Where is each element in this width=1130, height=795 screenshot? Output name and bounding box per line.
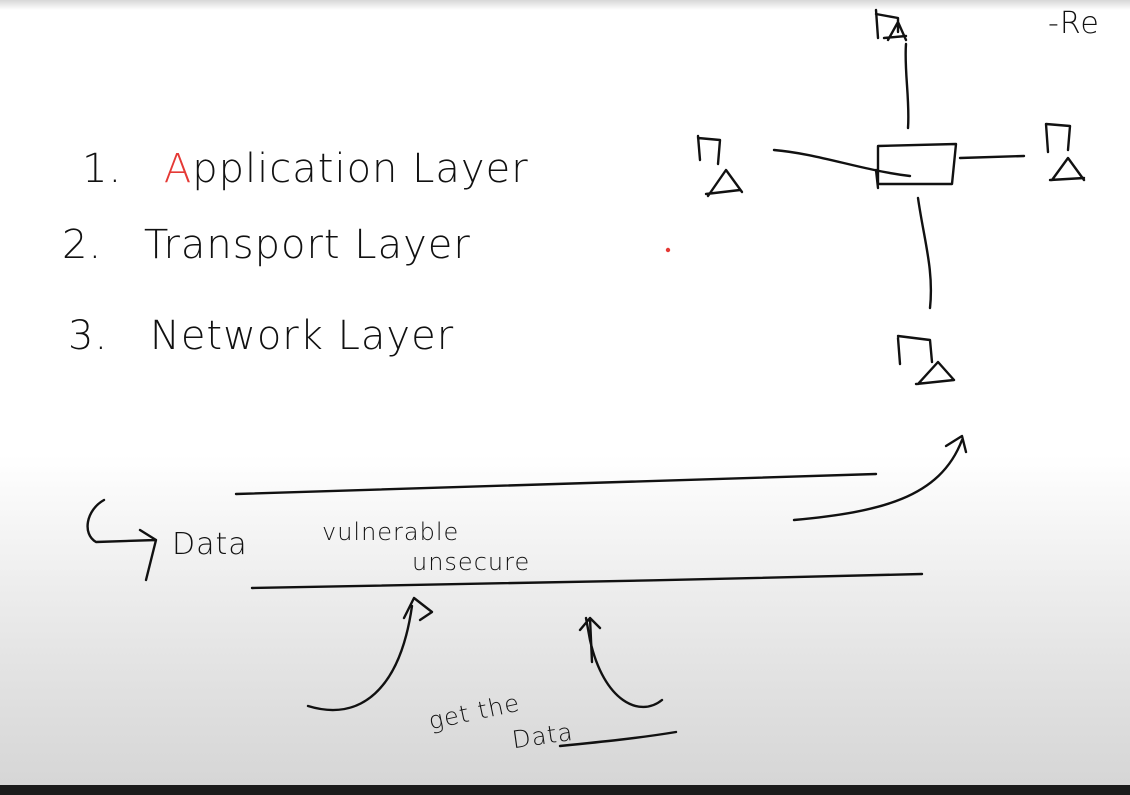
device-right-icon — [1044, 122, 1086, 182]
hook-arrow-icon — [86, 498, 158, 582]
link-top — [904, 42, 910, 130]
arrowhead-left — [402, 596, 434, 622]
arrow-to-device — [792, 438, 964, 522]
switch-icon — [874, 142, 958, 190]
channel-line-bottom — [250, 572, 924, 590]
arrowhead-right — [578, 616, 602, 664]
device-left-icon — [696, 134, 744, 198]
whiteboard-canvas: 1. Application Layer 2. Transport Layer … — [0, 0, 1130, 785]
underline-get-data — [558, 730, 678, 748]
link-left — [772, 148, 912, 178]
arrowhead-top — [944, 434, 968, 454]
link-right — [958, 154, 1026, 160]
ink-drawing — [86, 8, 1086, 748]
link-bottom — [916, 196, 933, 310]
arrow-right-attack — [584, 616, 664, 709]
channel-line-top — [234, 472, 878, 496]
bottom-bar — [0, 785, 1130, 795]
device-bottom-icon — [896, 334, 956, 386]
device-top-icon — [874, 8, 908, 42]
red-dot — [665, 247, 671, 253]
arrow-left-attack — [306, 604, 414, 712]
